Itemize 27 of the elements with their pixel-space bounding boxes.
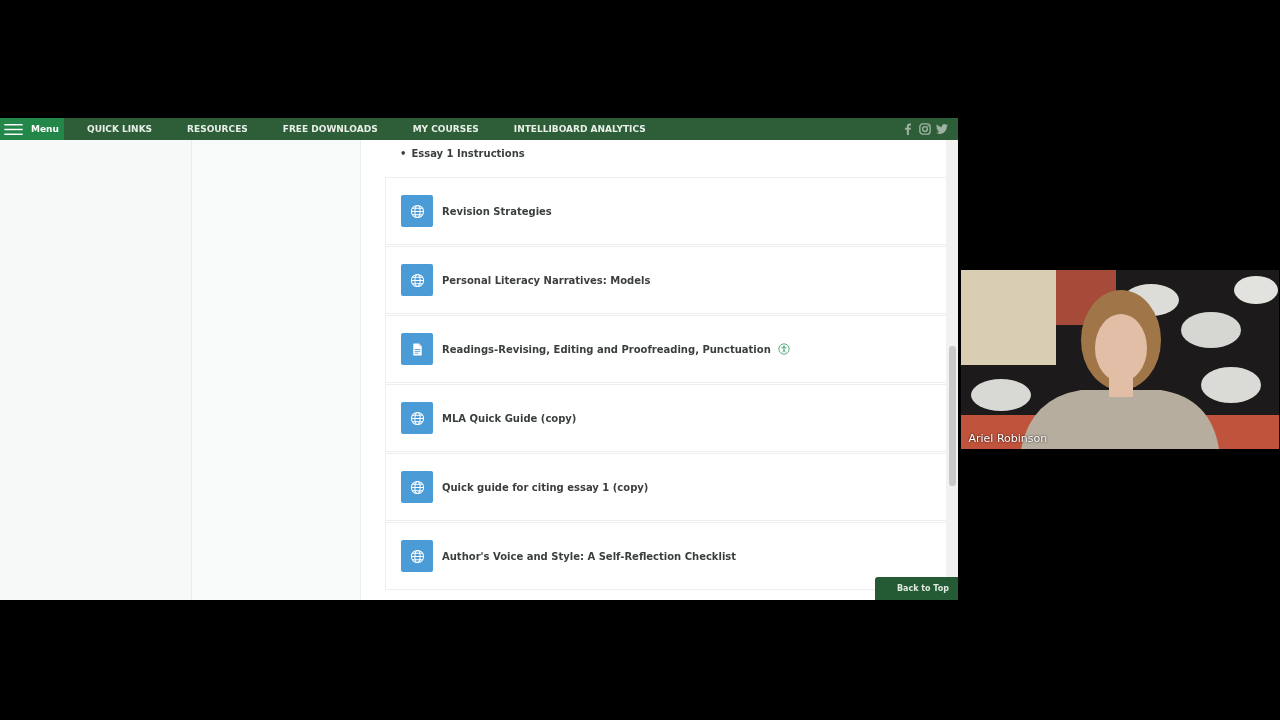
activity-link[interactable]: MLA Quick Guide (copy) [442,412,577,424]
nav-link[interactable]: FREE DOWNLOADS [282,124,378,134]
activity-link[interactable]: Author's Voice and Style: A Self-Reflection Checklist [442,550,737,562]
menu-icon [4,123,23,135]
twitter-icon[interactable] [936,123,948,135]
activity-link[interactable]: Revision Strategies [442,205,552,217]
activity-link[interactable]: Quick guide for citing essay 1 (copy) [442,481,649,493]
activity-link[interactable]: Personal Literacy Narratives: Models [442,274,651,286]
participant-name: Ariel Robinson [968,432,1048,445]
globe-icon [409,410,425,426]
instagram-icon[interactable] [919,123,931,135]
nav-link[interactable]: MY COURSES [412,124,479,134]
scrollbar[interactable] [946,140,958,577]
bullet-marker: • [400,147,407,161]
globe-icon [409,272,425,288]
menu-button[interactable]: Menu [0,118,64,140]
globe-icon [409,479,425,495]
nav-link[interactable]: RESOURCES [187,124,248,134]
bullet-link[interactable]: Essay 1 Instructions [411,147,525,161]
globe-icon [409,203,425,219]
facebook-icon[interactable] [902,123,914,135]
accessibility-icon[interactable] [777,343,790,355]
activity-link[interactable]: Readings-Revising, Editing and Proofreading, Punctuation [442,343,771,355]
back-to-top-button[interactable]: Back to Top [874,577,958,600]
nav-link[interactable]: QUICK LINKS [87,124,153,134]
nav-link[interactable]: INTELLIBOARD ANALYTICS [513,124,646,134]
globe-icon [409,548,425,564]
